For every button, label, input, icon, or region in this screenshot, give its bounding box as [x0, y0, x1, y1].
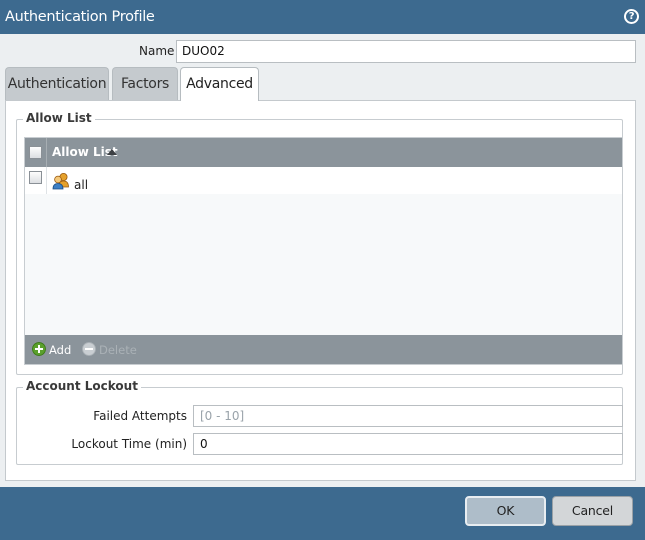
select-all-checkbox[interactable] [29, 146, 42, 159]
account-lockout-fieldset: Account Lockout Failed Attempts [0 - 10]… [16, 379, 623, 465]
tab-factors[interactable]: Factors [112, 67, 178, 100]
sort-ascending-icon [107, 149, 117, 155]
column-divider [46, 138, 47, 167]
allow-list-fieldset: Allow List Allow List all Add Delete [16, 111, 623, 375]
help-icon[interactable]: ? [624, 9, 639, 24]
allow-list-entry: all [74, 178, 89, 192]
user-group-icon [52, 173, 69, 190]
delete-label: Delete [99, 343, 137, 357]
failed-attempts-input[interactable]: [0 - 10] [193, 405, 623, 427]
name-label: Name [139, 44, 175, 58]
grid-toolbar: Add Delete [25, 335, 622, 364]
delete-button[interactable]: Delete [82, 342, 137, 357]
table-row[interactable]: all [25, 167, 622, 194]
lockout-time-input[interactable]: 0 [193, 433, 623, 455]
dialog-title-bar: Authentication Profile ? [0, 0, 645, 34]
minus-icon [82, 342, 96, 356]
account-lockout-legend: Account Lockout [23, 379, 141, 393]
tab-advanced[interactable]: Advanced [180, 67, 259, 101]
grid-header: Allow List [25, 138, 622, 167]
add-button[interactable]: Add [32, 342, 72, 357]
dialog-content: Name DUO02 Authentication Factors Advanc… [0, 34, 645, 487]
failed-attempts-label: Failed Attempts [93, 409, 187, 423]
name-input[interactable]: DUO02 [176, 40, 636, 63]
tab-authentication[interactable]: Authentication [5, 67, 109, 100]
add-label: Add [49, 343, 72, 357]
allow-list-legend: Allow List [23, 111, 95, 125]
cancel-button[interactable]: Cancel [552, 496, 633, 526]
lockout-time-label: Lockout Time (min) [71, 437, 187, 451]
row-checkbox[interactable] [29, 171, 42, 184]
ok-button[interactable]: OK [465, 496, 546, 526]
dialog-footer: OK Cancel [0, 487, 645, 540]
dialog-title: Authentication Profile [5, 9, 155, 25]
allow-list-grid: Allow List all Add Delete [24, 137, 623, 365]
advanced-panel: Allow List Allow List all Add Delete Acc… [5, 100, 636, 481]
plus-icon [32, 342, 46, 356]
row-divider [46, 167, 47, 194]
